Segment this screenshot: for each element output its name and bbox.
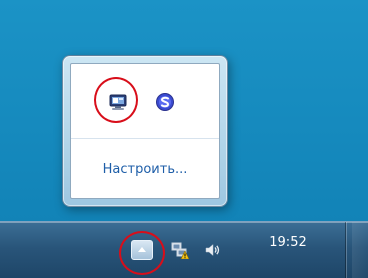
network-warning-icon[interactable] [171,241,190,260]
hidden-icons-area [71,64,219,136]
clock-time: 19:52 [269,235,307,250]
taskbar: 19:52 [0,221,368,278]
show-desktop-button[interactable] [352,222,368,278]
chevron-up-icon [138,247,146,252]
clock[interactable]: 19:52 [258,236,318,264]
notification-overflow-popup: Настроить... [62,55,228,207]
taskbar-separator [345,222,346,278]
scanner-monitor-icon[interactable] [108,92,128,112]
scansnap-s-icon[interactable] [155,92,175,112]
show-hidden-icons-button[interactable] [131,240,153,260]
volume-icon[interactable] [204,241,222,259]
popup-content: Настроить... [70,63,220,199]
popup-divider [71,138,219,139]
configure-link[interactable]: Настроить... [71,162,219,177]
